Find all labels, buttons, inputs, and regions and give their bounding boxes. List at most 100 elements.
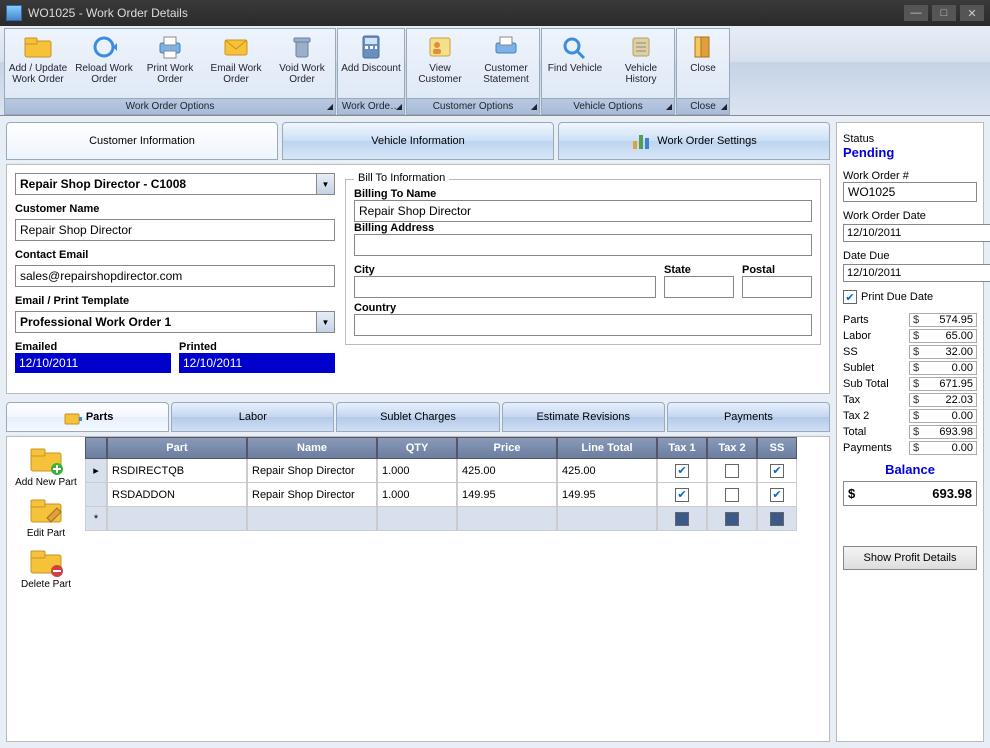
customer-statement-button[interactable]: Customer Statement <box>473 29 539 98</box>
folder-delete-icon <box>27 545 65 579</box>
folder-add-icon <box>27 443 65 477</box>
total-label: Parts <box>843 314 869 326</box>
minimize-button[interactable]: — <box>904 5 928 21</box>
tab-vehicle-information[interactable]: Vehicle Information <box>282 122 554 160</box>
delete-part-button[interactable]: Delete Part <box>10 543 82 592</box>
tax1-checkbox[interactable] <box>675 512 689 526</box>
email-work-order-button[interactable]: Email Work Order <box>203 29 269 98</box>
row-selector-header <box>85 437 107 459</box>
close-ribbon-button[interactable]: Close <box>677 29 729 98</box>
billing-name-field[interactable] <box>354 200 812 222</box>
dialog-launcher-icon[interactable]: ◢ <box>327 102 333 111</box>
tax2-checkbox[interactable] <box>725 512 739 526</box>
tax1-checkbox[interactable]: ✔ <box>675 488 689 502</box>
dialog-launcher-icon[interactable]: ◢ <box>531 102 537 111</box>
chevron-down-icon[interactable]: ▼ <box>317 311 335 333</box>
dialog-launcher-icon[interactable]: ◢ <box>396 102 402 111</box>
ribbon: Add / Update Work Order Reload Work Orde… <box>0 26 990 116</box>
ss-checkbox[interactable]: ✔ <box>770 488 784 502</box>
chevron-down-icon[interactable]: ▼ <box>317 173 335 195</box>
total-value: $32.00 <box>909 345 977 359</box>
ribbon-group-label: Vehicle Options◢ <box>542 98 674 114</box>
dialog-launcher-icon[interactable]: ◢ <box>721 102 727 111</box>
work-order-date-field[interactable] <box>843 224 990 242</box>
date-due-field[interactable] <box>843 264 990 282</box>
reload-work-order-button[interactable]: Reload Work Order <box>71 29 137 98</box>
tab-customer-information[interactable]: Customer Information <box>6 122 278 160</box>
door-icon <box>687 33 719 61</box>
col-price[interactable]: Price <box>457 437 557 459</box>
ribbon-group-label: Work Orde…◢ <box>338 98 404 114</box>
subtab-payments[interactable]: Payments <box>667 402 830 432</box>
customer-selector[interactable] <box>15 173 317 195</box>
col-tax2[interactable]: Tax 2 <box>707 437 757 459</box>
work-order-number-field[interactable] <box>843 182 977 202</box>
postal-field[interactable] <box>742 276 812 298</box>
state-field[interactable] <box>664 276 734 298</box>
printed-date: 12/10/2011 <box>179 353 335 373</box>
new-row[interactable]: * <box>85 507 829 531</box>
tax1-checkbox[interactable]: ✔ <box>675 464 689 478</box>
side-panel: Status Pending Work Order # Work Order D… <box>836 122 984 742</box>
contact-email-label: Contact Email <box>15 249 335 261</box>
ss-checkbox[interactable] <box>770 512 784 526</box>
col-tax1[interactable]: Tax 1 <box>657 437 707 459</box>
close-button[interactable]: ✕ <box>960 5 984 21</box>
table-row[interactable]: ▸ RSDIRECTQB Repair Shop Director 1.000 … <box>85 459 829 483</box>
col-part[interactable]: Part <box>107 437 247 459</box>
print-work-order-button[interactable]: Print Work Order <box>137 29 203 98</box>
add-new-part-button[interactable]: Add New Part <box>10 441 82 490</box>
printed-label: Printed <box>179 341 335 353</box>
customer-name-field[interactable] <box>15 219 335 241</box>
ss-checkbox[interactable]: ✔ <box>770 464 784 478</box>
emailed-label: Emailed <box>15 341 171 353</box>
country-field[interactable] <box>354 314 812 336</box>
tax2-checkbox[interactable] <box>725 464 739 478</box>
total-label: Tax 2 <box>843 410 869 422</box>
void-work-order-button[interactable]: Void Work Order <box>269 29 335 98</box>
col-qty[interactable]: QTY <box>377 437 457 459</box>
add-update-work-order-button[interactable]: Add / Update Work Order <box>5 29 71 98</box>
city-label: City <box>354 264 656 276</box>
add-discount-button[interactable]: Add Discount <box>338 29 404 98</box>
total-value: $671.95 <box>909 377 977 391</box>
edit-part-button[interactable]: Edit Part <box>10 492 82 541</box>
parts-grid: Part Name QTY Price Line Total Tax 1 Tax… <box>85 437 829 741</box>
show-profit-details-button[interactable]: Show Profit Details <box>843 546 977 570</box>
printer-icon <box>154 33 186 61</box>
print-due-date-checkbox[interactable]: ✔ <box>843 290 857 304</box>
status-label: Status <box>843 133 977 145</box>
total-label: Sublet <box>843 362 874 374</box>
maximize-button[interactable]: □ <box>932 5 956 21</box>
subtab-parts[interactable]: Parts <box>6 402 169 432</box>
reload-icon <box>88 33 120 61</box>
table-row[interactable]: RSDADDON Repair Shop Director 1.000 149.… <box>85 483 829 507</box>
city-field[interactable] <box>354 276 656 298</box>
row-indicator <box>85 483 107 507</box>
subtab-sublet-charges[interactable]: Sublet Charges <box>336 402 499 432</box>
view-customer-button[interactable]: View Customer <box>407 29 473 98</box>
find-vehicle-button[interactable]: Find Vehicle <box>542 29 608 98</box>
col-line-total[interactable]: Line Total <box>557 437 657 459</box>
subtab-estimate-revisions[interactable]: Estimate Revisions <box>502 402 665 432</box>
billto-legend: Bill To Information <box>354 172 449 184</box>
total-value: $0.00 <box>909 441 977 455</box>
template-label: Email / Print Template <box>15 295 335 307</box>
total-label: Sub Total <box>843 378 889 390</box>
tax2-checkbox[interactable] <box>725 488 739 502</box>
dialog-launcher-icon[interactable]: ◢ <box>666 102 672 111</box>
calculator-icon <box>355 33 387 61</box>
vehicle-history-button[interactable]: Vehicle History <box>608 29 674 98</box>
tab-work-order-settings[interactable]: Work Order Settings <box>558 122 830 160</box>
total-value: $22.03 <box>909 393 977 407</box>
chart-icon <box>631 131 651 151</box>
total-value: $65.00 <box>909 329 977 343</box>
subtab-labor[interactable]: Labor <box>171 402 334 432</box>
contact-email-field[interactable] <box>15 265 335 287</box>
col-ss[interactable]: SS <box>757 437 797 459</box>
col-name[interactable]: Name <box>247 437 377 459</box>
total-label: Tax <box>843 394 860 406</box>
ribbon-group-label: Close◢ <box>677 98 729 114</box>
billing-address-field[interactable] <box>354 234 812 256</box>
template-selector[interactable] <box>15 311 317 333</box>
